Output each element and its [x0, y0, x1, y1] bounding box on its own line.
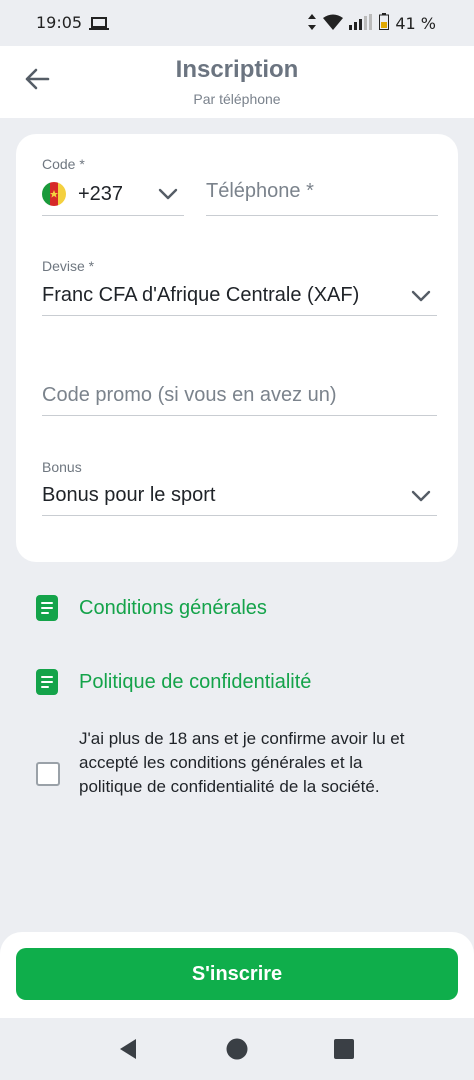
nav-recents-button[interactable]	[334, 1039, 354, 1064]
status-bar: 19:05 41 %	[0, 0, 474, 46]
bottom-panel: S'inscrire	[0, 932, 474, 1018]
country-code-value: +237	[78, 182, 124, 205]
bonus-underline	[42, 515, 437, 516]
document-icon	[36, 669, 58, 695]
promo-code-underline	[42, 415, 437, 416]
country-code-underline	[42, 215, 184, 216]
register-button[interactable]: S'inscrire	[16, 948, 458, 1000]
status-time: 19:05	[36, 13, 83, 32]
phone-underline	[206, 215, 438, 216]
currency-value: Franc CFA d'Afrique Centrale (XAF)	[42, 284, 360, 306]
nav-back-button[interactable]	[118, 1038, 138, 1065]
circle-home-icon	[226, 1038, 248, 1060]
cameroon-flag-icon	[42, 182, 66, 206]
square-recents-icon	[334, 1039, 354, 1059]
laptop-icon	[89, 16, 109, 35]
bonus-select[interactable]: Bonus Bonus pour le sport	[42, 459, 437, 516]
country-code-select[interactable]: Code * +237	[42, 156, 184, 216]
document-icon	[36, 595, 58, 621]
nav-home-button[interactable]	[226, 1038, 248, 1065]
chevron-down-icon	[411, 290, 431, 302]
currency-select[interactable]: Devise * Franc CFA d'Afrique Centrale (X…	[42, 258, 437, 316]
terms-link[interactable]: Conditions générales	[36, 595, 267, 621]
age-agreement-text: J'ai plus de 18 ans et je confirme avoir…	[79, 729, 405, 796]
privacy-link-label: Politique de confidentialité	[79, 670, 312, 693]
battery-icon	[379, 13, 390, 34]
signal-icon	[349, 13, 373, 34]
status-icons: 41 %	[307, 13, 436, 34]
bonus-label: Bonus	[42, 459, 82, 475]
registration-form-card: Code * +237 Téléphone * Devise * Franc C…	[16, 134, 458, 562]
system-nav-bar	[0, 1018, 474, 1080]
promo-code-placeholder: Code promo (si vous en avez un)	[42, 384, 337, 406]
app-header: Inscription Par téléphone	[0, 46, 474, 118]
promo-code-input[interactable]: Code promo (si vous en avez un)	[42, 372, 437, 416]
page-subtitle: Par téléphone	[193, 91, 281, 107]
currency-label: Devise *	[42, 258, 95, 274]
phone-placeholder: Téléphone *	[206, 180, 314, 202]
terms-link-label: Conditions générales	[79, 596, 267, 619]
privacy-link[interactable]: Politique de confidentialité	[36, 669, 311, 695]
chevron-down-icon	[158, 188, 178, 200]
wifi-icon	[323, 14, 344, 34]
bonus-value: Bonus pour le sport	[42, 484, 216, 506]
page-title: Inscription	[175, 56, 299, 83]
country-code-label: Code *	[42, 156, 85, 172]
age-agreement-checkbox[interactable]	[36, 762, 60, 786]
triangle-back-icon	[120, 1039, 136, 1059]
chevron-down-icon	[411, 490, 431, 502]
currency-underline	[42, 315, 437, 316]
battery-percent: 41 %	[395, 14, 436, 33]
data-transfer-icon	[307, 13, 317, 34]
phone-input[interactable]: Téléphone *	[206, 156, 438, 216]
